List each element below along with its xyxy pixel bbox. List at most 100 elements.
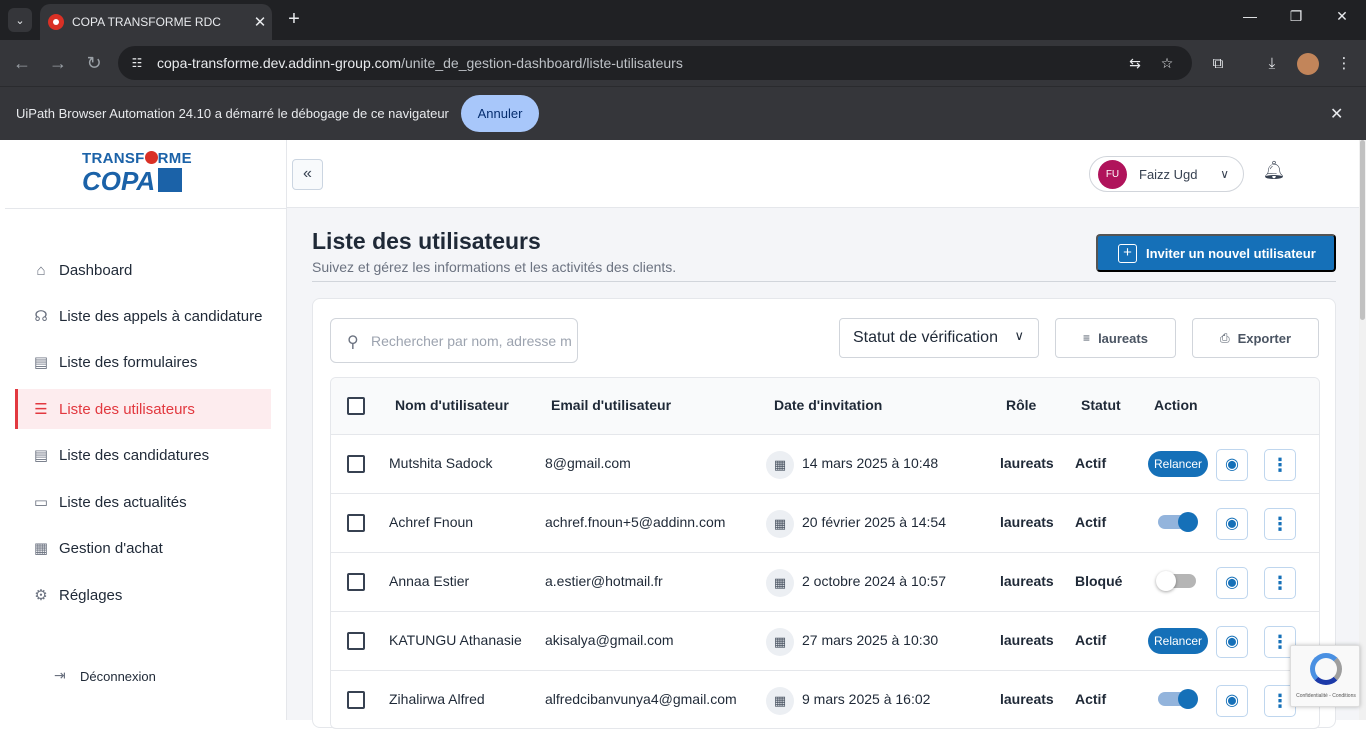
row-checkbox[interactable] xyxy=(347,632,365,650)
verification-status-select[interactable]: Statut de vérification ∨ xyxy=(839,318,1039,358)
header-status[interactable]: Statut xyxy=(1081,397,1121,413)
select-all-checkbox[interactable] xyxy=(347,397,365,415)
page-scrollbar[interactable] xyxy=(1359,140,1366,720)
recaptcha-text[interactable]: Confidentialité - Conditions xyxy=(1293,693,1359,699)
header-role[interactable]: Rôle xyxy=(1006,397,1036,413)
browser-menu-icon[interactable]: ⋮ xyxy=(1333,53,1355,75)
active-toggle[interactable] xyxy=(1158,689,1198,709)
sidebar-item-actualites[interactable]: ▭ Liste des actualités xyxy=(15,482,271,522)
more-options-icon[interactable]: ⋮ xyxy=(1264,449,1296,481)
logo-text-a: TRANSF xyxy=(82,150,145,167)
tab-title: COPA TRANSFORME RDC xyxy=(72,15,221,29)
infobar-close-icon[interactable]: ✕ xyxy=(1330,104,1343,124)
role-cell: laureats xyxy=(1000,573,1054,589)
user-menu[interactable]: FU Faizz Ugd ∨ xyxy=(1089,156,1244,192)
url-field[interactable]: ☷ copa-transforme.dev.addinn-group.com/u… xyxy=(118,46,1192,80)
logout-button[interactable]: ⇥ Déconnexion xyxy=(54,667,156,685)
relancer-button[interactable]: Relancer xyxy=(1148,451,1208,477)
view-eye-icon[interactable]: ◉ xyxy=(1216,685,1248,717)
sidebar-item-candidatures[interactable]: ▤ Liste des candidatures xyxy=(15,435,271,475)
extensions-icon[interactable]: ⧉ xyxy=(1207,53,1229,75)
collapse-sidebar-button[interactable]: « xyxy=(292,159,323,190)
minimize-icon[interactable]: — xyxy=(1230,8,1270,24)
role-cell: laureats xyxy=(1000,632,1054,648)
tab-search-chevron-icon[interactable]: ⌄ xyxy=(8,8,32,32)
header-name[interactable]: Nom d'utilisateur xyxy=(395,397,509,413)
role-cell: laureats xyxy=(1000,691,1054,707)
cancel-debug-button[interactable]: Annuler xyxy=(461,95,539,132)
view-eye-icon[interactable]: ◉ xyxy=(1216,449,1248,481)
site-info-icon[interactable]: ☷ xyxy=(128,54,146,72)
calendar-icon: ▦ xyxy=(766,510,794,538)
sidebar-item-achat[interactable]: ▦ Gestion d'achat xyxy=(15,528,271,568)
header-date[interactable]: Date d'invitation xyxy=(774,397,882,413)
export-button[interactable]: ⎙ Exporter xyxy=(1192,318,1319,358)
user-avatar: FU xyxy=(1098,159,1127,189)
search-icon: ⚲ xyxy=(347,333,359,351)
export-label: Exporter xyxy=(1237,330,1292,346)
user-name: Faizz Ugd xyxy=(1139,166,1198,182)
toggle-knob xyxy=(1156,571,1176,591)
news-icon: ▭ xyxy=(33,494,49,511)
relancer-button[interactable]: Relancer xyxy=(1148,628,1208,654)
logo-text-copa: COPA xyxy=(82,166,156,196)
row-checkbox[interactable] xyxy=(347,691,365,709)
invite-user-button[interactable]: + Inviter un nouvel utilisateur xyxy=(1096,234,1336,272)
sidebar-item-formulaires[interactable]: ▤ Liste des formulaires xyxy=(15,342,271,382)
header-email[interactable]: Email d'utilisateur xyxy=(551,397,671,413)
role-filter-button[interactable]: ≡ laureats xyxy=(1055,318,1176,358)
active-toggle[interactable] xyxy=(1156,571,1196,591)
reload-icon[interactable]: ↻ xyxy=(82,51,106,75)
gear-icon: ⚙ xyxy=(34,587,48,604)
url-domain: copa-transforme.dev.addinn-group.com xyxy=(157,55,402,71)
translate-icon[interactable]: ⇆ xyxy=(1124,52,1146,74)
profile-avatar[interactable] xyxy=(1297,53,1319,75)
invitation-date-cell: 9 mars 2025 à 16:02 xyxy=(802,691,931,707)
select-value: Statut de vérification xyxy=(853,329,998,346)
search-box[interactable]: ⚲ xyxy=(330,318,578,363)
logo-text-b: RME xyxy=(157,150,192,167)
sidebar-item-dashboard[interactable]: ⌂ Dashboard xyxy=(15,250,271,290)
restore-icon[interactable]: ❐ xyxy=(1276,8,1316,25)
more-options-icon[interactable]: ⋮ xyxy=(1264,567,1296,599)
user-email-cell: achref.fnoun+5@addinn.com xyxy=(545,514,726,530)
sidebar-divider xyxy=(5,208,286,209)
scrollbar-thumb[interactable] xyxy=(1360,140,1365,320)
url-text: copa-transforme.dev.addinn-group.com/uni… xyxy=(157,55,683,71)
row-checkbox[interactable] xyxy=(347,455,365,473)
more-options-icon[interactable]: ⋮ xyxy=(1264,508,1296,540)
back-icon[interactable]: ← xyxy=(10,51,34,75)
sidebar-item-appels[interactable]: ☊ Liste des appels à candidature xyxy=(15,296,271,336)
row-checkbox[interactable] xyxy=(347,573,365,591)
logo-gear-icon xyxy=(144,151,158,164)
sidebar-item-label: Gestion d'achat xyxy=(59,539,163,557)
download-icon[interactable]: ⤓ xyxy=(1261,53,1283,75)
search-input[interactable] xyxy=(371,332,571,349)
form-icon: ▤ xyxy=(33,354,49,371)
notification-bell-icon[interactable]: 🔔︎ xyxy=(1262,160,1286,186)
table-header: Nom d'utilisateur Email d'utilisateur Da… xyxy=(331,378,1319,435)
view-eye-icon[interactable]: ◉ xyxy=(1216,626,1248,658)
chevron-down-icon: ∨ xyxy=(1014,328,1024,343)
calendar-icon: ▦ xyxy=(766,451,794,479)
user-name-cell: Mutshita Sadock xyxy=(389,455,493,471)
view-eye-icon[interactable]: ◉ xyxy=(1216,567,1248,599)
megaphone-icon: ☊ xyxy=(34,308,48,325)
browser-tab[interactable]: COPA TRANSFORME RDC ✕ xyxy=(40,4,272,40)
sidebar-item-utilisateurs[interactable]: ☰ Liste des utilisateurs xyxy=(15,389,271,429)
active-toggle[interactable] xyxy=(1158,512,1198,532)
forward-icon[interactable]: → xyxy=(46,51,70,75)
bookmark-star-icon[interactable]: ☆ xyxy=(1156,52,1178,74)
copa-transforme-logo[interactable]: TRANSF RME COPA xyxy=(82,150,200,200)
status-cell: Actif xyxy=(1075,691,1107,707)
row-checkbox[interactable] xyxy=(347,514,365,532)
calendar-icon: ▦ xyxy=(766,569,794,597)
calendar-icon: ▦ xyxy=(766,687,794,715)
tab-close-icon[interactable]: ✕ xyxy=(248,13,272,31)
sidebar-item-reglages[interactable]: ⚙ Réglages xyxy=(15,575,271,615)
view-eye-icon[interactable]: ◉ xyxy=(1216,508,1248,540)
window-close-icon[interactable]: ✕ xyxy=(1322,8,1362,25)
recaptcha-badge[interactable]: Confidentialité - Conditions xyxy=(1290,645,1360,707)
new-tab-icon[interactable]: + xyxy=(282,8,306,32)
plus-square-icon: + xyxy=(1118,243,1137,263)
